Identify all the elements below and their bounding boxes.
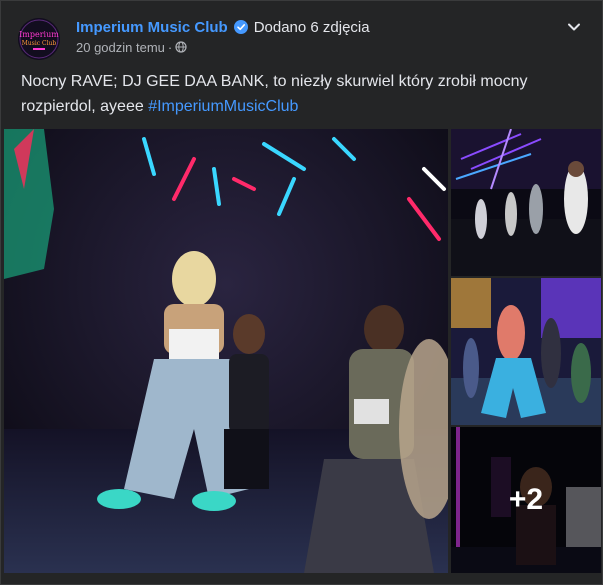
more-photos-overlay[interactable]: +2 xyxy=(451,427,601,573)
photo-thumbnail-2[interactable] xyxy=(451,278,601,425)
page-name-link[interactable]: Imperium Music Club xyxy=(76,19,228,36)
avatar-logo-line2: Music Club xyxy=(22,40,57,47)
globe-icon[interactable] xyxy=(175,41,187,53)
photo-thumbnail-1[interactable] xyxy=(451,129,601,276)
post-card: Imperium Music Club Imperium Music Club … xyxy=(0,0,603,585)
more-photos-count: +2 xyxy=(508,483,544,516)
main-photo[interactable] xyxy=(4,129,448,573)
meta-separator: · xyxy=(167,39,173,55)
post-title-line: Imperium Music Club Dodano 6 zdjęcia xyxy=(76,17,370,37)
page-avatar[interactable]: Imperium Music Club xyxy=(18,18,60,60)
post-header: Imperium Music Club Imperium Music Club … xyxy=(18,15,588,60)
post-meta: 20 godzin temu · xyxy=(76,39,187,55)
post-options-chevron-down-icon[interactable] xyxy=(564,17,584,37)
avatar-logo-line1: Imperium xyxy=(19,30,59,39)
post-text: Nocny RAVE; DJ GEE DAA BANK, to niezły s… xyxy=(21,69,581,119)
hashtag-link[interactable]: #ImperiumMusicClub xyxy=(148,98,298,115)
post-timestamp[interactable]: 20 godzin temu xyxy=(76,40,165,55)
post-action-text: Dodano 6 zdjęcia xyxy=(253,18,370,36)
photo-thumbnail-3[interactable]: +2 xyxy=(451,427,601,573)
verified-badge-icon xyxy=(233,20,248,34)
